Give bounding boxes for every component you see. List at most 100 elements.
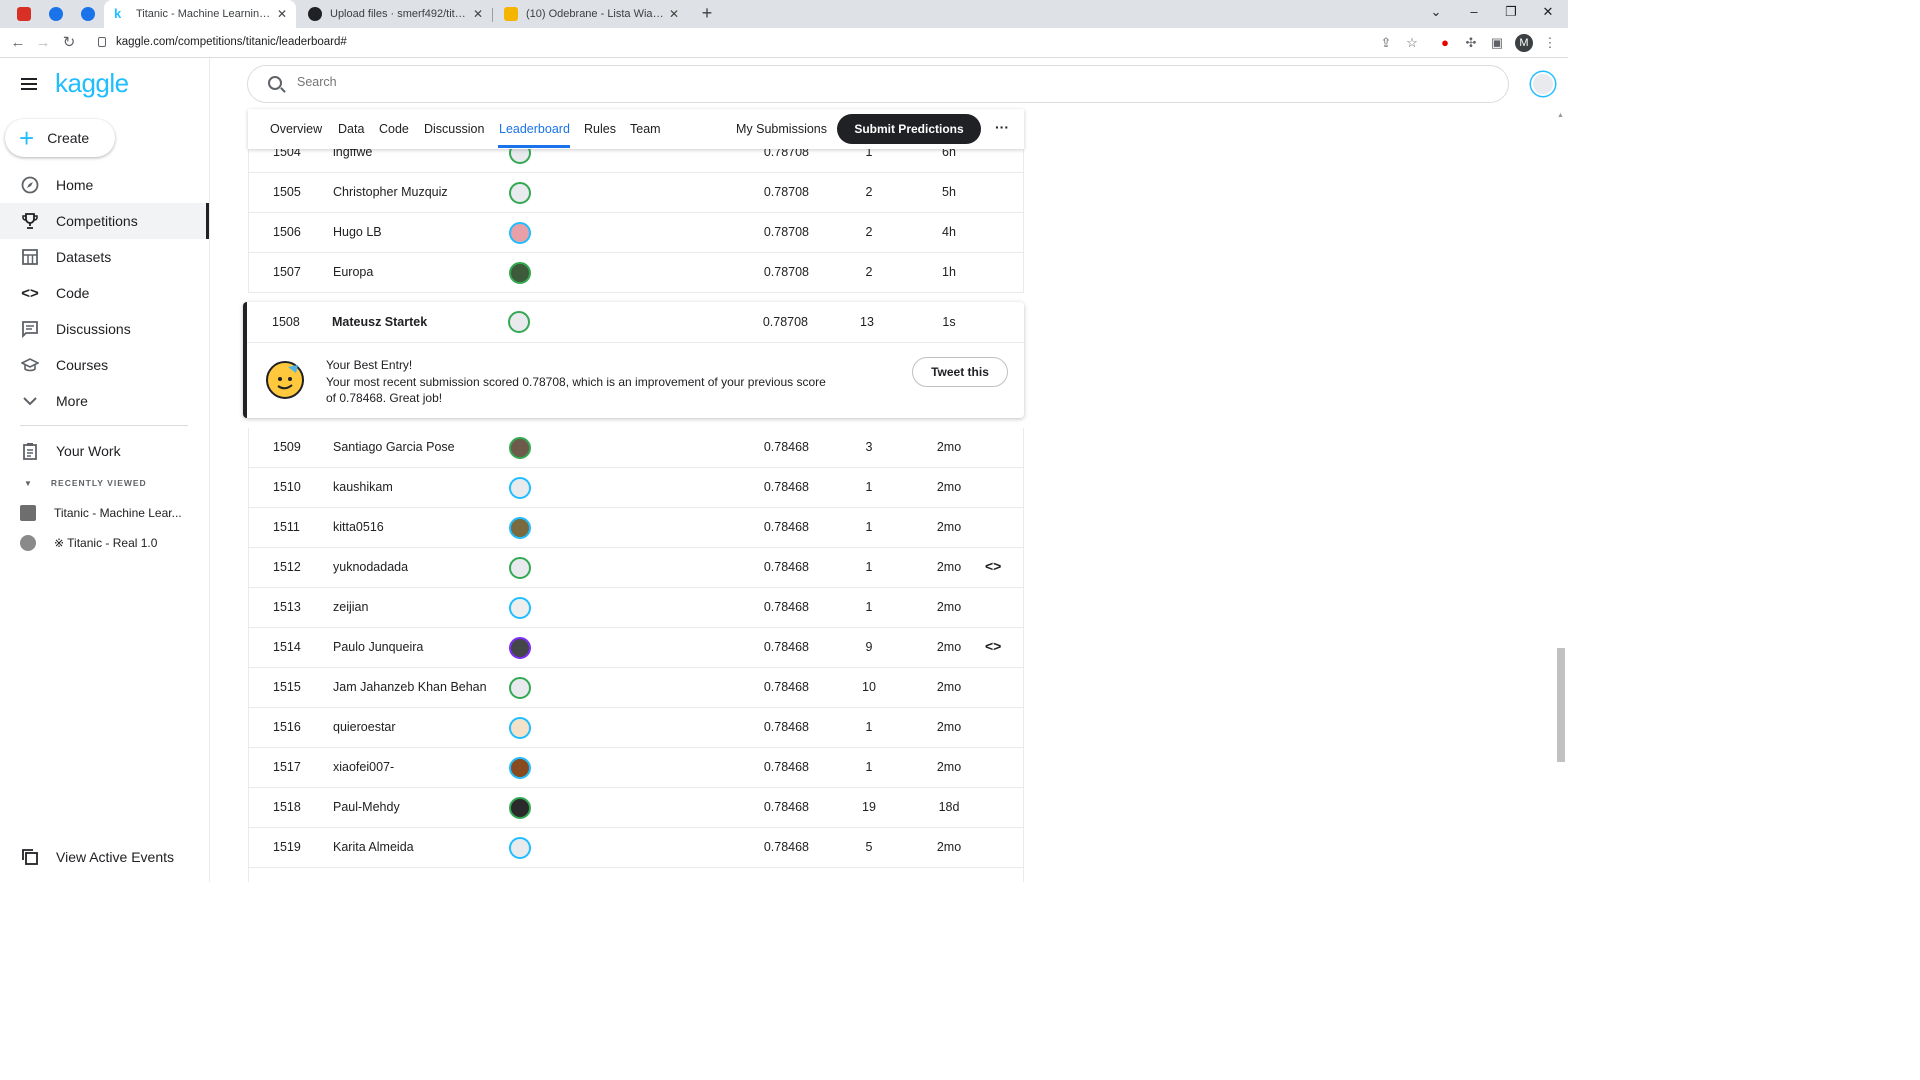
tab-search-icon[interactable]: ⌄ [1426, 4, 1446, 20]
team-name[interactable]: Paulo Junqueira [333, 640, 423, 654]
team-avatar[interactable] [509, 757, 531, 779]
team-name[interactable]: kitta0516 [333, 520, 384, 534]
submit-predictions-button[interactable]: Submit Predictions [837, 114, 981, 144]
tab-discussion[interactable]: Discussion [424, 122, 484, 136]
my-team-name[interactable]: Mateusz Startek [332, 315, 427, 329]
code-icon[interactable]: <> [985, 638, 1001, 654]
team-name[interactable]: Santiago Garcia Pose [333, 440, 455, 454]
url-field[interactable]: kaggle.com/competitions/titanic/leaderbo… [116, 36, 347, 48]
extensions-icon[interactable]: ✣ [1462, 34, 1480, 52]
team-avatar[interactable] [509, 637, 531, 659]
my-last: 1s [942, 315, 956, 329]
recent-item-titanic[interactable]: Titanic - Machine Lear... [20, 505, 182, 521]
more-options-icon[interactable]: ··· [995, 119, 1009, 135]
sidebar-item-view-active-events[interactable]: View Active Events [0, 839, 209, 875]
table-row: 1505 Christopher Muzquiz 0.78708 2 5h [248, 173, 1024, 213]
maximize-icon[interactable]: ❐ [1501, 4, 1521, 20]
close-tab-icon[interactable]: ✕ [666, 7, 682, 21]
close-tab-icon[interactable]: ✕ [470, 7, 486, 21]
caret-down-icon: ▼ [24, 479, 33, 488]
team-avatar[interactable] [509, 262, 531, 284]
sidebar-item-courses[interactable]: Courses [0, 347, 209, 383]
kaggle-logo[interactable]: kaggle [55, 68, 129, 99]
sidebar-item-competitions[interactable]: Competitions [0, 203, 209, 239]
browser-tab-kaggle[interactable]: k Titanic - Machine Learning from Di ✕ [104, 0, 296, 28]
sidebar-item-your-work[interactable]: Your Work [0, 433, 209, 469]
sidebar-item-more[interactable]: More [0, 383, 209, 419]
new-tab-button[interactable]: + [698, 4, 716, 24]
back-icon[interactable]: ← [8, 33, 28, 53]
browser-tab-mail[interactable]: (10) Odebrane - Lista Wiadomości ✕ [494, 0, 688, 28]
team-avatar[interactable] [509, 797, 531, 819]
hamburger-menu-icon[interactable] [21, 78, 37, 90]
minimize-icon[interactable]: – [1464, 4, 1484, 19]
browser-tab-pinned-2[interactable] [40, 0, 72, 28]
team-avatar[interactable] [509, 677, 531, 699]
sidebar-item-datasets[interactable]: Datasets [0, 239, 209, 275]
code-icon: <> [21, 284, 39, 302]
tab-code[interactable]: Code [379, 122, 409, 136]
tab-rules[interactable]: Rules [584, 122, 616, 136]
team-name[interactable]: kaushikam [333, 480, 393, 494]
browser-menu-icon[interactable]: ⋮ [1541, 34, 1559, 52]
sidebar-item-home[interactable]: Home [0, 167, 209, 203]
team-avatar[interactable] [509, 837, 531, 859]
team-avatar[interactable] [509, 557, 531, 579]
team-avatar[interactable] [509, 717, 531, 739]
rank-cell: 1507 [273, 265, 301, 279]
browser-tab-pinned-1[interactable] [8, 0, 40, 28]
profile-avatar[interactable]: M [1515, 34, 1533, 52]
team-name[interactable]: quieroestar [333, 720, 396, 734]
rank-cell: 1515 [273, 680, 301, 694]
team-name[interactable]: Hugo LB [333, 225, 382, 239]
team-name[interactable]: Christopher Muzquiz [333, 185, 448, 199]
scroll-up-icon[interactable]: ▲ [1557, 112, 1564, 119]
tweet-button[interactable]: Tweet this [912, 357, 1008, 387]
team-name[interactable]: Jam Jahanzeb Khan Behan [333, 680, 487, 694]
lock-icon [98, 37, 106, 47]
team-avatar[interactable] [509, 182, 531, 204]
team-avatar[interactable] [509, 597, 531, 619]
share-icon[interactable]: ⇪ [1377, 34, 1395, 52]
team-avatar[interactable] [509, 517, 531, 539]
scrollbar-thumb[interactable] [1557, 648, 1565, 762]
entries-cell: 3 [865, 440, 873, 454]
close-window-icon[interactable]: ✕ [1538, 4, 1558, 20]
page-scrollbar[interactable]: ▲ [1556, 112, 1566, 882]
browser-tab-github[interactable]: Upload files · smerf492/titanic ✕ [298, 0, 492, 28]
team-avatar[interactable] [509, 477, 531, 499]
team-name[interactable]: zeijian [333, 600, 368, 614]
tab-overview[interactable]: Overview [270, 122, 322, 136]
sidebar-item-code[interactable]: <> Code [0, 275, 209, 311]
tab-data[interactable]: Data [338, 122, 364, 136]
code-icon[interactable]: <> [985, 558, 1001, 574]
forward-icon[interactable]: → [33, 33, 53, 53]
entries-cell: 2 [865, 265, 873, 279]
team-name[interactable]: Karita Almeida [333, 840, 414, 854]
team-name[interactable]: yuknodadada [333, 560, 408, 574]
table-row: 1517 xiaofei007- 0.78468 1 2mo [248, 748, 1024, 788]
team-name[interactable]: Europa [333, 265, 373, 279]
tab-leaderboard[interactable]: Leaderboard [499, 122, 570, 136]
side-panel-icon[interactable]: ▣ [1488, 34, 1506, 52]
opera-icon[interactable]: ● [1436, 34, 1454, 52]
team-avatar[interactable] [509, 437, 531, 459]
recent-item-titanic-real[interactable]: ※ Titanic - Real 1.0 [20, 535, 157, 551]
browser-tab-pinned-3[interactable] [72, 0, 104, 28]
recently-viewed-header[interactable]: ▼ RECENTLY VIEWED [20, 478, 147, 488]
my-avatar[interactable] [508, 311, 530, 333]
my-submissions-link[interactable]: My Submissions [736, 122, 827, 136]
create-button[interactable]: + Create [5, 119, 115, 157]
team-name[interactable]: Paul-Mehdy [333, 800, 400, 814]
bookmark-star-icon[interactable]: ☆ [1403, 34, 1421, 52]
team-name[interactable]: xiaofei007- [333, 760, 394, 774]
search-input[interactable] [297, 75, 897, 89]
close-tab-icon[interactable]: ✕ [274, 7, 290, 21]
team-avatar[interactable] [509, 222, 531, 244]
score-cell: 0.78708 [763, 265, 809, 279]
reload-icon[interactable]: ↻ [59, 33, 79, 53]
sidebar-item-discussions[interactable]: Discussions [0, 311, 209, 347]
rank-cell: 1506 [273, 225, 301, 239]
tab-team[interactable]: Team [630, 122, 661, 136]
user-avatar[interactable] [1531, 72, 1555, 96]
